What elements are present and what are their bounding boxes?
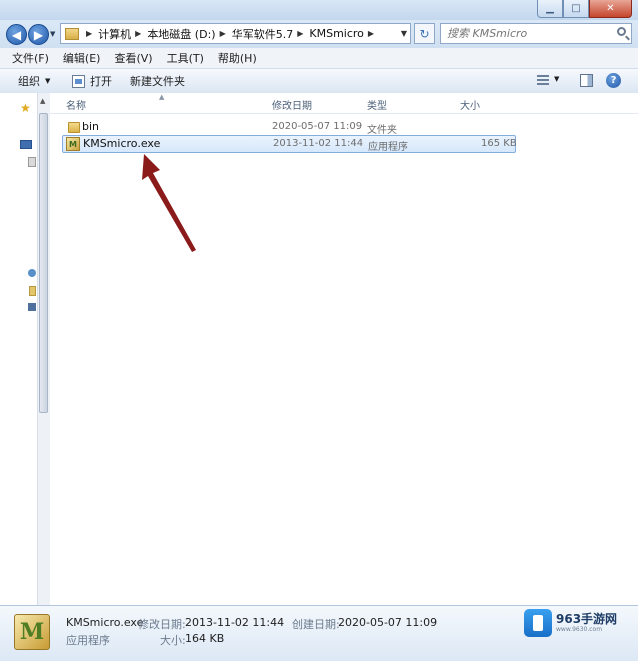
- open-button[interactable]: 打开: [72, 69, 112, 93]
- address-history-dropdown[interactable]: ▼: [397, 23, 411, 44]
- open-icon: [72, 74, 85, 88]
- folder-icon: [65, 27, 79, 40]
- breadcrumb-drive-d[interactable]: 本地磁盘 (D:) ▶: [147, 24, 231, 43]
- file-modified: 2013-11-02 11:44: [273, 138, 364, 149]
- new-folder-button[interactable]: 新建文件夹: [130, 69, 185, 93]
- menu-tools[interactable]: 工具(T): [160, 50, 211, 66]
- annotation-arrow-shape: [142, 154, 196, 252]
- chevron-right-icon[interactable]: ▶: [220, 29, 226, 38]
- forward-arrow-icon: ▶: [33, 27, 44, 42]
- refresh-icon: ↻: [419, 26, 430, 41]
- details-modified-value: 2013-11-02 11:44: [185, 616, 285, 629]
- kmsmicro-large-icon: M: [14, 614, 50, 650]
- menu-bar: 文件(F) 编辑(E) 查看(V) 工具(T) 帮助(H): [0, 48, 638, 69]
- file-type: 应用程序: [368, 142, 408, 153]
- library-icon[interactable]: [28, 157, 36, 167]
- chevron-right-icon[interactable]: ▶: [135, 29, 141, 38]
- maximize-icon: □: [571, 3, 581, 14]
- address-bar[interactable]: ▶ 计算机 ▶ 本地磁盘 (D:) ▶ 华军软件5.7 ▶ KMSmicro ▶: [60, 23, 411, 44]
- minimize-icon: ▁: [546, 3, 554, 14]
- file-name: bin: [82, 120, 100, 133]
- column-modified[interactable]: 修改日期: [272, 97, 312, 112]
- column-name[interactable]: 名称: [66, 97, 86, 112]
- watermark-brand: 963手游网: [556, 611, 618, 626]
- file-name: KMSmicro.exe: [83, 137, 161, 150]
- details-created-label: 创建日期:: [292, 618, 340, 631]
- menu-file[interactable]: 文件(F): [0, 50, 56, 66]
- window-controls: ▁ □ ✕: [537, 0, 632, 18]
- navigation-scrollbar[interactable]: ▲: [37, 93, 50, 605]
- refresh-button[interactable]: ↻: [414, 23, 435, 44]
- details-size-value: 164 KB: [185, 632, 225, 645]
- search-input[interactable]: [441, 24, 623, 43]
- chevron-right-icon[interactable]: ▶: [297, 29, 303, 38]
- menu-edit[interactable]: 编辑(E): [56, 50, 108, 66]
- column-header-row: 名称 ▲ 修改日期 类型 大小: [50, 93, 638, 114]
- navigation-row: ◀ ▶ ▼ ▶ 计算机 ▶ 本地磁盘 (D:) ▶ 华军软件5.7 ▶ KMSmicr…: [0, 20, 638, 48]
- favorites-star-icon[interactable]: ★: [20, 101, 31, 115]
- sort-ascending-icon: ▲: [159, 93, 165, 101]
- view-options-dropdown[interactable]: ▼: [554, 75, 559, 83]
- breadcrumb-huajun[interactable]: 华军软件5.7 ▶: [232, 24, 310, 43]
- close-button[interactable]: ✕: [589, 0, 632, 18]
- details-file-name: KMSmicro.exe: [66, 616, 144, 629]
- back-arrow-icon: ◀: [11, 27, 22, 42]
- folder-icon: [68, 122, 80, 133]
- view-options-icon[interactable]: [537, 75, 549, 86]
- details-modified-label: 修改日期:: [138, 618, 186, 631]
- chevron-down-icon: ▼: [45, 77, 51, 85]
- watermark-logo-icon: [524, 609, 552, 637]
- preview-pane-icon[interactable]: [580, 74, 593, 87]
- drive-icon[interactable]: [29, 286, 36, 296]
- command-bar: 组织 ▼ 打开 新建文件夹 ▼ ?: [0, 69, 638, 94]
- annotation-arrow: [142, 154, 196, 252]
- file-type: 文件夹: [367, 125, 397, 136]
- details-size-label: 大小:: [160, 634, 186, 647]
- organize-button[interactable]: 组织 ▼: [18, 69, 50, 93]
- menu-help[interactable]: 帮助(H): [211, 50, 264, 66]
- menu-view[interactable]: 查看(V): [107, 50, 159, 66]
- watermark-url: www.9630.com: [556, 625, 603, 633]
- homegroup-icon[interactable]: [28, 269, 36, 277]
- help-icon[interactable]: ?: [606, 73, 621, 88]
- close-icon: ✕: [606, 3, 615, 14]
- watermark: 963手游网 www.9630.com: [524, 606, 638, 640]
- search-icon[interactable]: [617, 27, 626, 36]
- back-button[interactable]: ◀: [6, 24, 27, 45]
- recent-pages-dropdown[interactable]: ▼: [50, 30, 58, 40]
- chevron-right-icon: ▶: [86, 29, 93, 38]
- file-size: 165 KB: [481, 138, 517, 149]
- forward-button[interactable]: ▶: [28, 24, 49, 45]
- column-type[interactable]: 类型: [367, 97, 387, 112]
- breadcrumb-kmsmicro[interactable]: KMSmicro ▶: [309, 24, 380, 43]
- search-box[interactable]: [440, 23, 632, 44]
- scrollbar-thumb[interactable]: [39, 113, 48, 413]
- navigation-pane: ★: [0, 93, 39, 605]
- desktop-icon[interactable]: [20, 140, 32, 149]
- chevron-down-icon: ▼: [400, 29, 408, 38]
- breadcrumb-computer[interactable]: 计算机 ▶: [98, 24, 147, 43]
- details-created-value: 2020-05-07 11:09: [338, 616, 438, 629]
- kmsmicro-app-icon: M: [66, 137, 80, 151]
- details-type-value: 应用程序: [66, 634, 110, 647]
- column-size[interactable]: 大小: [460, 97, 480, 112]
- minimize-button[interactable]: ▁: [537, 0, 563, 18]
- file-modified: 2020-05-07 11:09: [272, 121, 363, 132]
- maximize-button[interactable]: □: [563, 0, 589, 18]
- scroll-up-icon[interactable]: ▲: [40, 97, 45, 105]
- network-icon[interactable]: [28, 303, 36, 311]
- chevron-right-icon[interactable]: ▶: [368, 29, 374, 38]
